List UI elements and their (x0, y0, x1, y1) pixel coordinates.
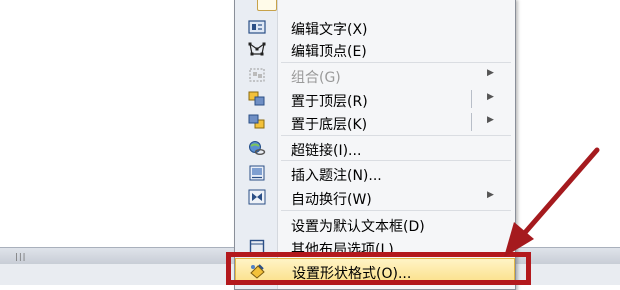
annotation-arrow-icon (504, 147, 600, 257)
